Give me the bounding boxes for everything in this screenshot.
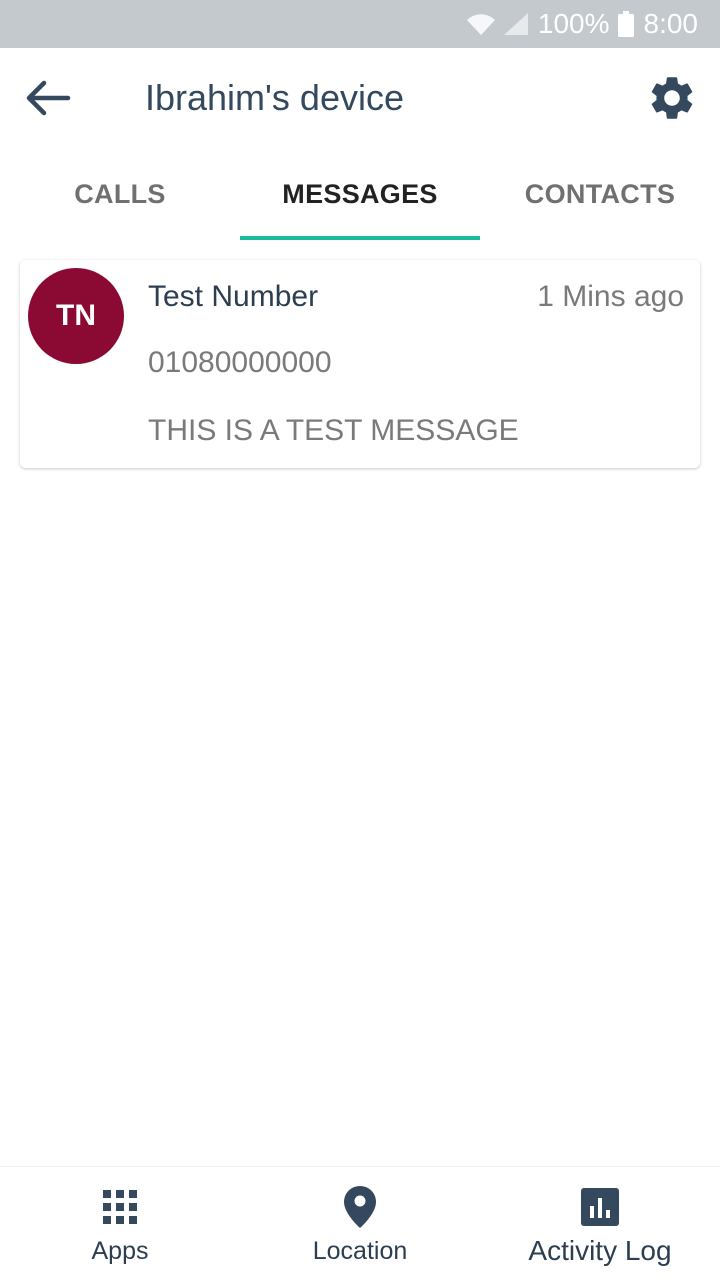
bottom-navigation: Apps Location Activity Log	[0, 1166, 720, 1280]
tab-messages[interactable]: MESSAGES	[240, 148, 480, 240]
clock: 8:00	[643, 8, 699, 39]
back-button[interactable]	[18, 70, 78, 126]
status-bar: 100% 8:00	[0, 0, 720, 48]
tab-bar: CALLS MESSAGES CONTACTS	[0, 148, 720, 240]
nav-location[interactable]: Location	[240, 1167, 480, 1281]
nav-apps-label: Apps	[91, 1237, 149, 1265]
settings-button[interactable]	[640, 68, 704, 128]
arrow-left-icon	[26, 80, 71, 116]
avatar: TN	[28, 268, 124, 364]
app-bar: Ibrahim's device	[0, 48, 720, 148]
nav-location-label: Location	[312, 1237, 408, 1265]
location-pin-icon	[340, 1186, 380, 1228]
bar-chart-icon	[580, 1187, 620, 1227]
tab-calls[interactable]: CALLS	[0, 148, 240, 240]
message-sender-number: 01080000000	[148, 346, 332, 379]
gear-icon	[651, 77, 693, 119]
message-timestamp: 1 Mins ago	[537, 280, 684, 313]
message-sender-name: Test Number	[148, 280, 319, 313]
grid-icon	[100, 1187, 140, 1227]
tab-contacts[interactable]: CONTACTS	[480, 148, 720, 240]
battery-icon	[617, 11, 634, 37]
nav-activity-log[interactable]: Activity Log	[480, 1167, 720, 1281]
signal-icon	[503, 13, 528, 35]
battery-percent: 100%	[537, 8, 610, 39]
page-title: Ibrahim's device	[145, 77, 404, 118]
message-list-item[interactable]: TN Test Number 1 Mins ago 01080000000 TH…	[20, 260, 700, 468]
nav-activity-log-label: Activity Log	[528, 1235, 672, 1266]
message-body: THIS IS A TEST MESSAGE	[148, 414, 519, 447]
wifi-icon	[466, 14, 495, 36]
nav-apps[interactable]: Apps	[0, 1167, 240, 1281]
